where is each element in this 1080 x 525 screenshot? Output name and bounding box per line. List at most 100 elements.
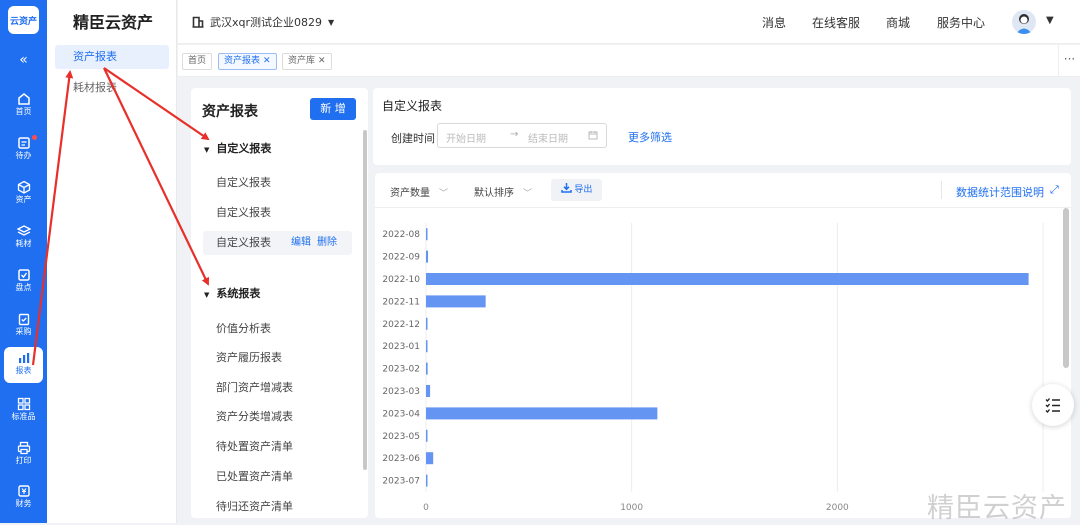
rail-item-standard[interactable]: 标准品: [4, 393, 43, 433]
close-icon[interactable]: ✕: [263, 56, 271, 66]
rail-item-consumables[interactable]: 耗材: [4, 220, 43, 260]
service-center-link[interactable]: 服务中心: [937, 14, 985, 31]
panel-scrollbar[interactable]: [363, 130, 367, 470]
group-custom-reports[interactable]: ▼ 自定义报表: [204, 140, 271, 156]
system-report-item[interactable]: 价值分析表: [203, 317, 352, 341]
rail-item-label: 报表: [15, 366, 32, 375]
rail-item-label: 资产: [15, 195, 32, 204]
bar: [426, 385, 431, 397]
date-range-picker[interactable]: 开始日期 → 结束日期: [437, 123, 607, 148]
close-icon[interactable]: ✕: [318, 56, 326, 66]
building-icon: [192, 16, 204, 28]
menu-item-consumable-reports[interactable]: 耗材报表: [55, 76, 169, 100]
layers-icon: [16, 225, 31, 236]
rail-item-print[interactable]: 打印: [4, 437, 43, 477]
caret-down-icon: ▼: [204, 146, 210, 154]
y-tick-label: 2023-06: [382, 454, 420, 464]
system-report-item[interactable]: 部门资产增减表: [203, 376, 352, 400]
start-date-input[interactable]: 开始日期: [446, 130, 486, 145]
rail-item-purchase[interactable]: 采购: [4, 308, 43, 348]
tab-label: 首页: [188, 56, 207, 66]
rail-item-inventory[interactable]: 盘点: [4, 264, 43, 304]
bar-chart: 0 1000 2000 2022-08 2022-09 2022-10 2022-11 202…: [382, 223, 1044, 513]
group-label: 自定义报表: [216, 142, 272, 155]
rail-item-finance[interactable]: 财务: [4, 480, 43, 520]
filter-panel: 自定义报表 创建时间 开始日期 → 结束日期 更多筛选: [373, 88, 1071, 165]
fullscreen-icon[interactable]: ⤢: [1050, 183, 1059, 197]
chart-scrollbar[interactable]: [1063, 208, 1069, 368]
x-tick-label: 0: [423, 503, 429, 513]
messages-link[interactable]: 消息: [762, 14, 786, 31]
y-tick-label: 2022-10: [382, 275, 420, 285]
y-tick-label: 2023-05: [382, 432, 420, 442]
metric-select-value: 资产数量: [390, 188, 430, 199]
bar: [426, 250, 429, 263]
user-menu-caret-icon[interactable]: ▼: [1046, 15, 1054, 26]
avatar[interactable]: [1012, 10, 1036, 34]
system-report-item[interactable]: 待处置资产清单: [203, 435, 352, 459]
tab-asset-library[interactable]: 资产库 ✕: [282, 53, 332, 70]
sort-select[interactable]: 默认排序 ﹀: [474, 184, 532, 199]
org-name: 武汉xqr测试企业0829: [210, 16, 323, 29]
more-filters-link[interactable]: 更多筛选: [628, 129, 672, 145]
mall-link[interactable]: 商城: [886, 14, 910, 31]
check-square-icon: [17, 269, 30, 281]
download-icon: [560, 183, 572, 193]
notification-dot: [32, 135, 37, 140]
toolbar-divider: [941, 181, 942, 199]
chart-toolbar: 资产数量 ﹀ 默认排序 ﹀ 导出 数据统计范围说明 ⤢: [375, 173, 1071, 208]
app-logo[interactable]: 云资产: [8, 6, 39, 34]
system-report-item[interactable]: 资产分类增减表: [203, 405, 352, 429]
bar: [426, 273, 1029, 285]
org-switcher[interactable]: 武汉xqr测试企业0829 ▼: [192, 14, 334, 30]
home-icon: [17, 93, 30, 105]
data-scope-explain-link[interactable]: 数据统计范围说明: [956, 184, 1044, 200]
custom-report-item-selected[interactable]: 自定义报表 编辑 删除: [203, 231, 352, 255]
export-button[interactable]: 导出: [551, 179, 602, 201]
calendar-icon: [588, 130, 598, 143]
custom-report-item[interactable]: 自定义报表: [203, 201, 352, 225]
y-tick-label: 2022-11: [382, 297, 420, 307]
panel-title: 资产报表: [202, 104, 258, 120]
bar: [426, 452, 434, 465]
clipboard-check-icon: [18, 313, 29, 326]
rail-item-label: 标准品: [11, 412, 36, 421]
system-report-item[interactable]: 资产履历报表: [203, 346, 352, 370]
secondary-menu: 精臣云资产 资产报表 耗材报表: [47, 0, 177, 523]
top-bar: 武汉xqr测试企业0829 ▼ 消息 在线客服 商城 服务中心 ▼: [178, 0, 1080, 44]
tabs-more-icon[interactable]: ···: [1058, 45, 1080, 77]
grid-icon: [17, 397, 30, 411]
end-date-input[interactable]: 结束日期: [528, 130, 568, 145]
rail-item-label: 财务: [15, 499, 32, 508]
finance-icon: [17, 485, 30, 497]
rail-item-home[interactable]: 首页: [4, 88, 43, 128]
group-label: 系统报表: [216, 287, 261, 300]
y-tick-label: 2023-03: [382, 387, 420, 397]
rail-item-todo[interactable]: 待办: [4, 132, 43, 172]
custom-report-item[interactable]: 自定义报表: [203, 171, 352, 195]
rail-item-label: 盘点: [15, 283, 32, 292]
online-service-link[interactable]: 在线客服: [812, 14, 860, 31]
system-report-item[interactable]: 已处置资产清单: [203, 465, 352, 489]
metric-select[interactable]: 资产数量 ﹀: [390, 184, 448, 199]
tab-label: 资产库: [288, 56, 316, 66]
y-tick-label: 2022-09: [382, 253, 420, 263]
tabs-bar: 首页 资产报表 ✕ 资产库 ✕ ···: [178, 45, 1080, 77]
menu-item-asset-reports[interactable]: 资产报表: [55, 45, 169, 69]
rail-item-assets[interactable]: 资产: [4, 176, 43, 216]
floating-menu-button[interactable]: [1032, 384, 1074, 426]
delete-link[interactable]: 删除: [317, 231, 337, 255]
rail-item-reports[interactable]: 报表: [4, 347, 43, 383]
chart-panel: 资产数量 ﹀ 默认排序 ﹀ 导出 数据统计范围说明 ⤢ 0 1000 2000 2022-…: [375, 173, 1071, 518]
new-report-button[interactable]: 新 增: [310, 98, 356, 120]
group-system-reports[interactable]: ▼ 系统报表: [204, 285, 260, 301]
edit-link[interactable]: 编辑: [291, 231, 311, 255]
tab-home[interactable]: 首页: [182, 53, 213, 70]
bar: [426, 340, 428, 353]
rail-item-label: 打印: [15, 456, 32, 465]
sidebar-rail: 云资产 « 首页 待办 资产 耗材 盘点 采购 报表 标准品 打印 财务: [0, 0, 47, 523]
tab-asset-reports[interactable]: 资产报表 ✕: [218, 53, 277, 70]
system-report-item[interactable]: 待归还资产清单: [203, 495, 352, 518]
collapse-sidebar-icon[interactable]: «: [0, 52, 47, 68]
range-arrow-icon: →: [510, 129, 519, 140]
